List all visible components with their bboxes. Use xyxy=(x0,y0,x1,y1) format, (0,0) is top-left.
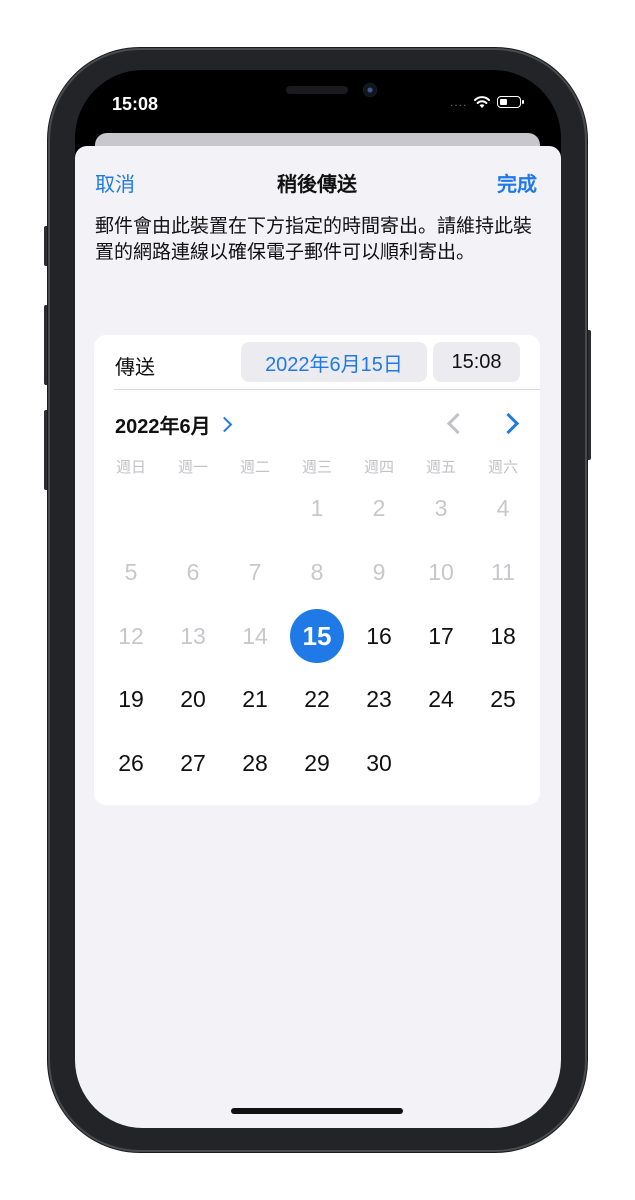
calendar-day[interactable]: 30 xyxy=(352,736,406,790)
calendar-day[interactable]: 21 xyxy=(228,672,282,726)
calendar-day: 2 xyxy=(372,495,386,521)
calendar-day: 1 xyxy=(310,495,324,521)
done-button[interactable]: 完成 xyxy=(497,168,537,197)
weekday-label: 週二 xyxy=(239,459,270,476)
calendar-day: 9 xyxy=(372,559,386,585)
divider xyxy=(114,389,540,390)
calendar-day[interactable]: 19 xyxy=(104,672,158,726)
calendar-day[interactable]: 27 xyxy=(166,736,220,790)
calendar-day[interactable]: 23 xyxy=(352,672,406,726)
weekday-label: 週日 xyxy=(115,459,146,476)
month-title: 2022年6月 xyxy=(115,416,211,438)
description-text: 郵件會由此裝置在下方指定的時間寄出。請維持此裝置的網路連線以確保電子郵件可以順利… xyxy=(95,216,533,263)
calendar-day: 7 xyxy=(248,559,262,585)
status-icons: .... xyxy=(450,95,525,109)
calendar-day[interactable]: 29 xyxy=(290,736,344,790)
home-indicator xyxy=(231,1108,403,1114)
calendar-day[interactable]: 22 xyxy=(290,672,344,726)
chevron-right-icon xyxy=(216,416,232,433)
next-month-icon[interactable] xyxy=(499,412,521,434)
time-picker-button[interactable]: 15:08 xyxy=(433,342,520,382)
calendar-day[interactable]: 26 xyxy=(104,736,158,790)
calendar-day[interactable]: 24 xyxy=(414,672,468,726)
calendar-day: 13 xyxy=(180,623,206,649)
calendar-day: 12 xyxy=(118,623,144,649)
calendar-day: 14 xyxy=(242,623,268,649)
date-picker-button[interactable]: 2022年6月15日 xyxy=(241,342,427,382)
battery-level xyxy=(500,99,507,105)
sheet-title: 稍後傳送 xyxy=(277,174,357,196)
calendar-day[interactable]: 25 xyxy=(476,672,530,726)
status-time: 15:08 xyxy=(112,94,159,114)
earpiece-speaker xyxy=(286,86,348,94)
weekday-label: 週一 xyxy=(177,459,208,476)
calendar-day[interactable]: 28 xyxy=(228,736,282,790)
calendar-day: 5 xyxy=(124,559,138,585)
cellular-signal-icon: .... xyxy=(450,95,468,109)
weekday-label: 週三 xyxy=(301,459,332,476)
calendar-day: 4 xyxy=(496,495,510,521)
weekday-label: 週六 xyxy=(487,459,518,476)
front-camera xyxy=(363,83,377,97)
wifi-icon xyxy=(474,96,491,108)
calendar-day: 11 xyxy=(491,559,515,585)
month-year-selector[interactable]: 2022年6月 xyxy=(115,410,232,439)
send-label: 傳送 xyxy=(115,357,155,379)
calendar-day[interactable]: 20 xyxy=(166,672,220,726)
cancel-button[interactable]: 取消 xyxy=(95,168,135,197)
calendar-day: 6 xyxy=(186,559,200,585)
weekday-label: 週五 xyxy=(425,459,456,476)
calendar-day-selected[interactable]: 15 xyxy=(290,609,344,663)
weekday-label: 週四 xyxy=(363,459,394,476)
battery-icon xyxy=(497,96,525,108)
calendar-day: 3 xyxy=(434,495,448,521)
calendar-day: 10 xyxy=(428,559,454,585)
calendar-day: 8 xyxy=(310,559,324,585)
calendar-day[interactable]: 17 xyxy=(414,609,468,663)
calendar-day[interactable]: 16 xyxy=(352,609,406,663)
previous-month-icon[interactable] xyxy=(443,412,465,434)
calendar-day[interactable]: 18 xyxy=(476,609,530,663)
